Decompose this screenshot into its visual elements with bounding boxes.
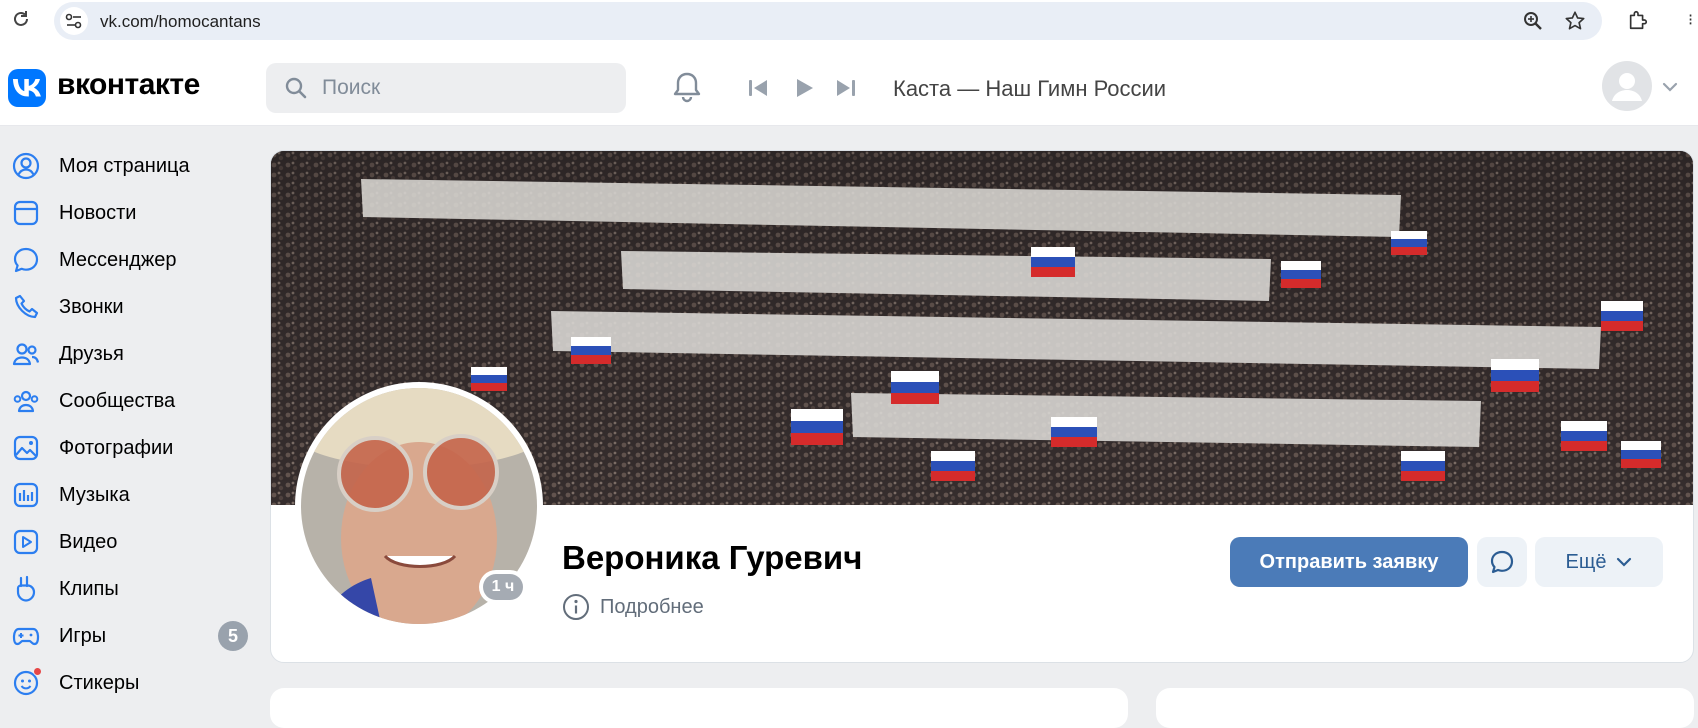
sidebar-item-label: Моя страница	[59, 154, 190, 177]
reload-icon[interactable]	[10, 8, 32, 30]
sidebar-item-label: Звонки	[59, 295, 124, 318]
profile-menu-icon[interactable]: ⁝	[1688, 10, 1698, 32]
chevron-down-icon	[1617, 557, 1632, 567]
details-link[interactable]: Подробнее	[562, 593, 704, 621]
sidebar-item-messenger[interactable]: Мессенджер	[12, 240, 252, 280]
communities-icon	[12, 387, 40, 415]
search-input[interactable]	[322, 63, 612, 113]
bookmark-star-icon[interactable]	[1564, 10, 1586, 32]
message-icon	[12, 246, 40, 274]
vk-header: вконтакте Каста — Наш Гимн России	[0, 46, 1698, 126]
sidebar-item-label: Игры	[59, 624, 107, 647]
sidebar-item-news[interactable]: Новости	[12, 193, 252, 233]
last-seen-text: 1 ч	[483, 574, 523, 600]
user-avatar[interactable]	[1602, 61, 1652, 111]
message-button[interactable]	[1477, 537, 1527, 587]
zoom-icon[interactable]	[1522, 10, 1544, 32]
profile-name: Вероника Гуревич	[562, 539, 863, 576]
games-icon	[12, 622, 40, 650]
sidebar-item-photos[interactable]: Фотографии	[12, 428, 252, 468]
last-seen-badge: 1 ч	[479, 570, 527, 604]
sidebar-item-label: Музыка	[59, 483, 130, 506]
address-bar[interactable]: vk.com/homocantans	[54, 2, 1602, 40]
search-icon	[284, 76, 308, 100]
sidebar-item-games[interactable]: Игры 5	[12, 616, 252, 656]
sidebar-item-label: Друзья	[59, 342, 124, 365]
sidebar-item-label: Клипы	[59, 577, 119, 600]
friends-icon	[12, 340, 40, 368]
previous-track-icon[interactable]	[746, 76, 770, 100]
user-circle-icon	[12, 152, 40, 180]
sidebar-item-label: Сообщества	[59, 389, 176, 412]
sidebar-item-friends[interactable]: Друзья	[12, 334, 252, 374]
browser-toolbar: vk.com/homocantans ⁝	[0, 0, 1698, 46]
sidebar-item-label: Новости	[59, 201, 137, 224]
content-card-right	[1156, 688, 1694, 728]
details-label: Подробнее	[600, 595, 704, 618]
more-actions-button[interactable]: Ещё	[1535, 537, 1663, 587]
url-text[interactable]: vk.com/homocantans	[100, 12, 261, 32]
sidebar-item-label: Стикеры	[59, 671, 140, 694]
sidebar-item-label: Мессенджер	[59, 248, 177, 271]
sidebar-item-clips[interactable]: Клипы	[12, 569, 252, 609]
phone-icon	[12, 293, 40, 321]
notification-dot	[33, 667, 42, 676]
chevron-down-icon[interactable]	[1662, 80, 1678, 92]
sidebar-item-stickers[interactable]: Стикеры	[12, 663, 252, 703]
sidebar-item-my-page[interactable]: Моя страница	[12, 146, 252, 186]
clips-icon	[12, 575, 40, 603]
vk-wordmark[interactable]: вконтакте	[57, 68, 200, 102]
sidebar-item-calls[interactable]: Звонки	[12, 287, 252, 327]
extensions-icon[interactable]	[1626, 8, 1650, 32]
message-icon	[1490, 550, 1514, 574]
site-info-icon[interactable]	[60, 7, 88, 35]
music-icon	[12, 481, 40, 509]
next-track-icon[interactable]	[834, 76, 858, 100]
notifications-bell-icon[interactable]	[670, 70, 704, 104]
vk-logo-icon[interactable]	[8, 69, 46, 107]
sidebar-item-label: Видео	[59, 530, 118, 553]
sidebar-item-video[interactable]: Видео	[12, 522, 252, 562]
now-playing-track[interactable]: Каста — Наш Гимн России	[893, 76, 1166, 102]
games-count-badge: 5	[218, 621, 248, 651]
sidebar-item-music[interactable]: Музыка	[12, 475, 252, 515]
sidebar-item-communities[interactable]: Сообщества	[12, 381, 252, 421]
video-icon	[12, 528, 40, 556]
photo-icon	[12, 434, 40, 462]
stickers-icon	[12, 667, 42, 697]
sidebar-item-label: Фотографии	[59, 436, 174, 459]
more-label: Ещё	[1565, 550, 1607, 573]
send-friend-request-button[interactable]: Отправить заявку	[1230, 537, 1468, 587]
info-icon	[563, 594, 589, 620]
play-icon[interactable]	[792, 76, 816, 100]
news-icon	[12, 199, 40, 227]
search-box[interactable]	[266, 63, 626, 113]
content-card-left	[270, 688, 1128, 728]
profile-card: 1 ч Вероника Гуревич Подробнее Отправить…	[270, 150, 1694, 663]
